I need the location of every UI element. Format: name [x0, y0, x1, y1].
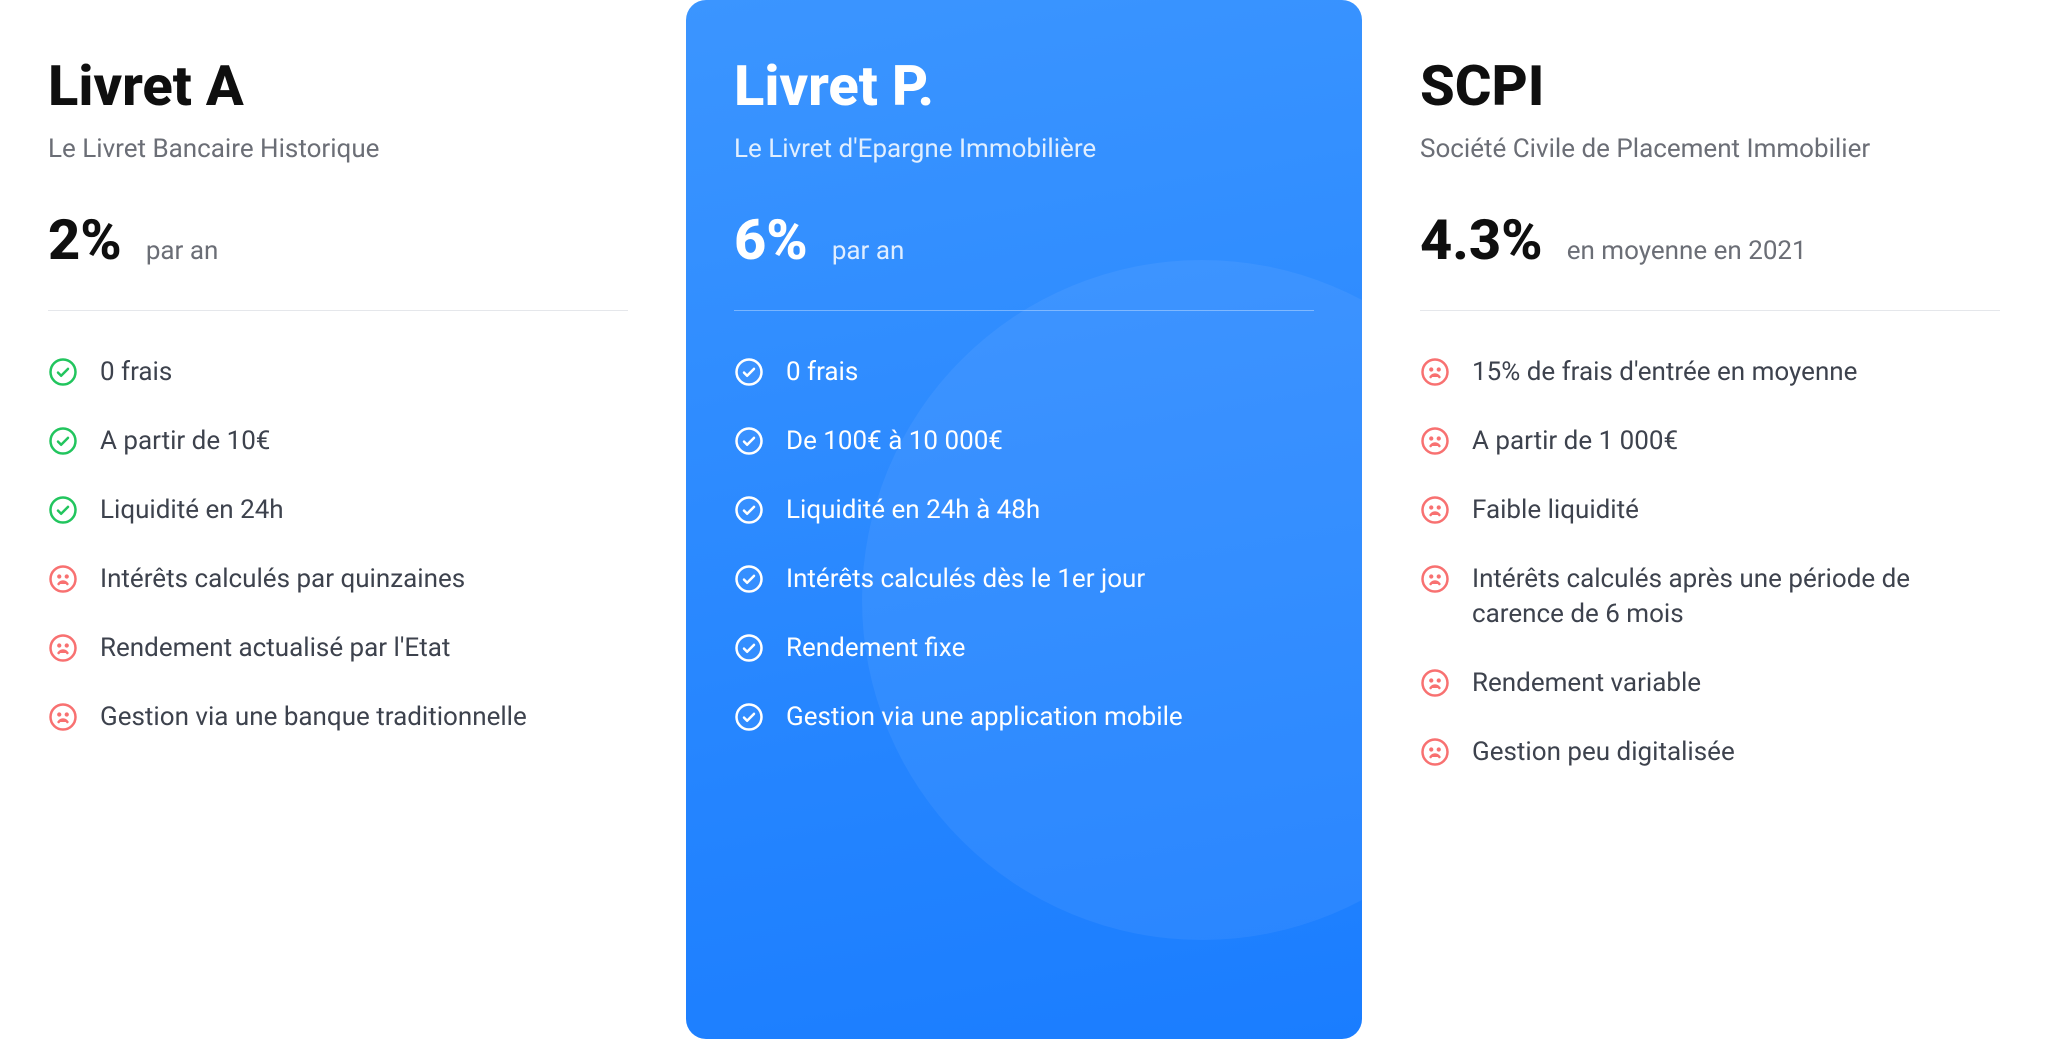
- list-item: Gestion peu digitalisée: [1420, 735, 2000, 770]
- feature-text: Gestion via une banque traditionnelle: [100, 700, 527, 735]
- rate-unit: par an: [146, 236, 219, 266]
- check-circle-icon: [734, 357, 764, 387]
- sad-face-icon: [48, 564, 78, 594]
- plan-scpi: SCPI Société Civile de Placement Immobil…: [1372, 0, 2048, 1039]
- feature-text: Gestion peu digitalisée: [1472, 735, 1735, 770]
- list-item: Liquidité en 24h à 48h: [734, 493, 1314, 528]
- feature-text: Liquidité en 24h: [100, 493, 284, 528]
- plan-livret-a: Livret A Le Livret Bancaire Historique 2…: [0, 0, 676, 1039]
- plan-subtitle: Le Livret Bancaire Historique: [48, 134, 628, 164]
- check-circle-icon: [734, 426, 764, 456]
- check-circle-icon: [734, 702, 764, 732]
- feature-text: Intérêts calculés dès le 1er jour: [786, 562, 1145, 597]
- rate-row: 4.3% en moyenne en 2021: [1420, 212, 2000, 268]
- sad-face-icon: [1420, 564, 1450, 594]
- feature-text: 0 frais: [100, 355, 172, 390]
- check-circle-icon: [734, 633, 764, 663]
- check-circle-icon: [48, 426, 78, 456]
- feature-text: A partir de 1 000€: [1472, 424, 1678, 459]
- rate-value: 6%: [734, 212, 808, 268]
- plan-livret-p: Livret P. Le Livret d'Epargne Immobilièr…: [686, 0, 1362, 1039]
- list-item: De 100€ à 10 000€: [734, 424, 1314, 459]
- rate-unit: par an: [832, 236, 905, 266]
- feature-text: De 100€ à 10 000€: [786, 424, 1003, 459]
- feature-text: A partir de 10€: [100, 424, 270, 459]
- feature-text: Rendement fixe: [786, 631, 965, 666]
- feature-text: Rendement variable: [1472, 666, 1701, 701]
- divider: [48, 310, 628, 311]
- list-item: Rendement variable: [1420, 666, 2000, 701]
- check-circle-icon: [48, 357, 78, 387]
- feature-text: 0 frais: [786, 355, 858, 390]
- list-item: Rendement fixe: [734, 631, 1314, 666]
- sad-face-icon: [48, 702, 78, 732]
- sad-face-icon: [48, 633, 78, 663]
- list-item: 0 frais: [734, 355, 1314, 390]
- list-item: Gestion via une banque traditionnelle: [48, 700, 628, 735]
- plan-title: SCPI: [1420, 56, 2000, 118]
- list-item: Intérêts calculés après une période de c…: [1420, 562, 2000, 632]
- feature-text: Intérêts calculés après une période de c…: [1472, 562, 2000, 632]
- sad-face-icon: [1420, 737, 1450, 767]
- feature-text: Rendement actualisé par l'Etat: [100, 631, 450, 666]
- list-item: Liquidité en 24h: [48, 493, 628, 528]
- list-item: Intérêts calculés par quinzaines: [48, 562, 628, 597]
- feature-text: Liquidité en 24h à 48h: [786, 493, 1040, 528]
- feature-list: 0 frais De 100€ à 10 000€ Liquidité en 2…: [734, 355, 1314, 736]
- rate-value: 4.3%: [1420, 212, 1543, 268]
- divider: [1420, 310, 2000, 311]
- feature-list: 0 frais A partir de 10€ Liquidité en 24h…: [48, 355, 628, 736]
- list-item: Rendement actualisé par l'Etat: [48, 631, 628, 666]
- plan-title: Livret A: [48, 56, 628, 118]
- check-circle-icon: [734, 495, 764, 525]
- list-item: Faible liquidité: [1420, 493, 2000, 528]
- sad-face-icon: [1420, 495, 1450, 525]
- check-circle-icon: [48, 495, 78, 525]
- list-item: Gestion via une application mobile: [734, 700, 1314, 735]
- list-item: A partir de 10€: [48, 424, 628, 459]
- list-item: Intérêts calculés dès le 1er jour: [734, 562, 1314, 597]
- rate-row: 6% par an: [734, 212, 1314, 268]
- sad-face-icon: [1420, 357, 1450, 387]
- feature-text: Gestion via une application mobile: [786, 700, 1183, 735]
- feature-list: 15% de frais d'entrée en moyenne A parti…: [1420, 355, 2000, 771]
- list-item: 15% de frais d'entrée en moyenne: [1420, 355, 2000, 390]
- list-item: A partir de 1 000€: [1420, 424, 2000, 459]
- plan-subtitle: Société Civile de Placement Immobilier: [1420, 134, 2000, 164]
- feature-text: Intérêts calculés par quinzaines: [100, 562, 465, 597]
- divider: [734, 310, 1314, 311]
- list-item: 0 frais: [48, 355, 628, 390]
- sad-face-icon: [1420, 668, 1450, 698]
- plan-title: Livret P.: [734, 56, 1314, 118]
- sad-face-icon: [1420, 426, 1450, 456]
- check-circle-icon: [734, 564, 764, 594]
- plan-subtitle: Le Livret d'Epargne Immobilière: [734, 134, 1314, 164]
- rate-value: 2%: [48, 212, 122, 268]
- feature-text: Faible liquidité: [1472, 493, 1639, 528]
- feature-text: 15% de frais d'entrée en moyenne: [1472, 355, 1857, 390]
- rate-row: 2% par an: [48, 212, 628, 268]
- rate-unit: en moyenne en 2021: [1567, 236, 1807, 266]
